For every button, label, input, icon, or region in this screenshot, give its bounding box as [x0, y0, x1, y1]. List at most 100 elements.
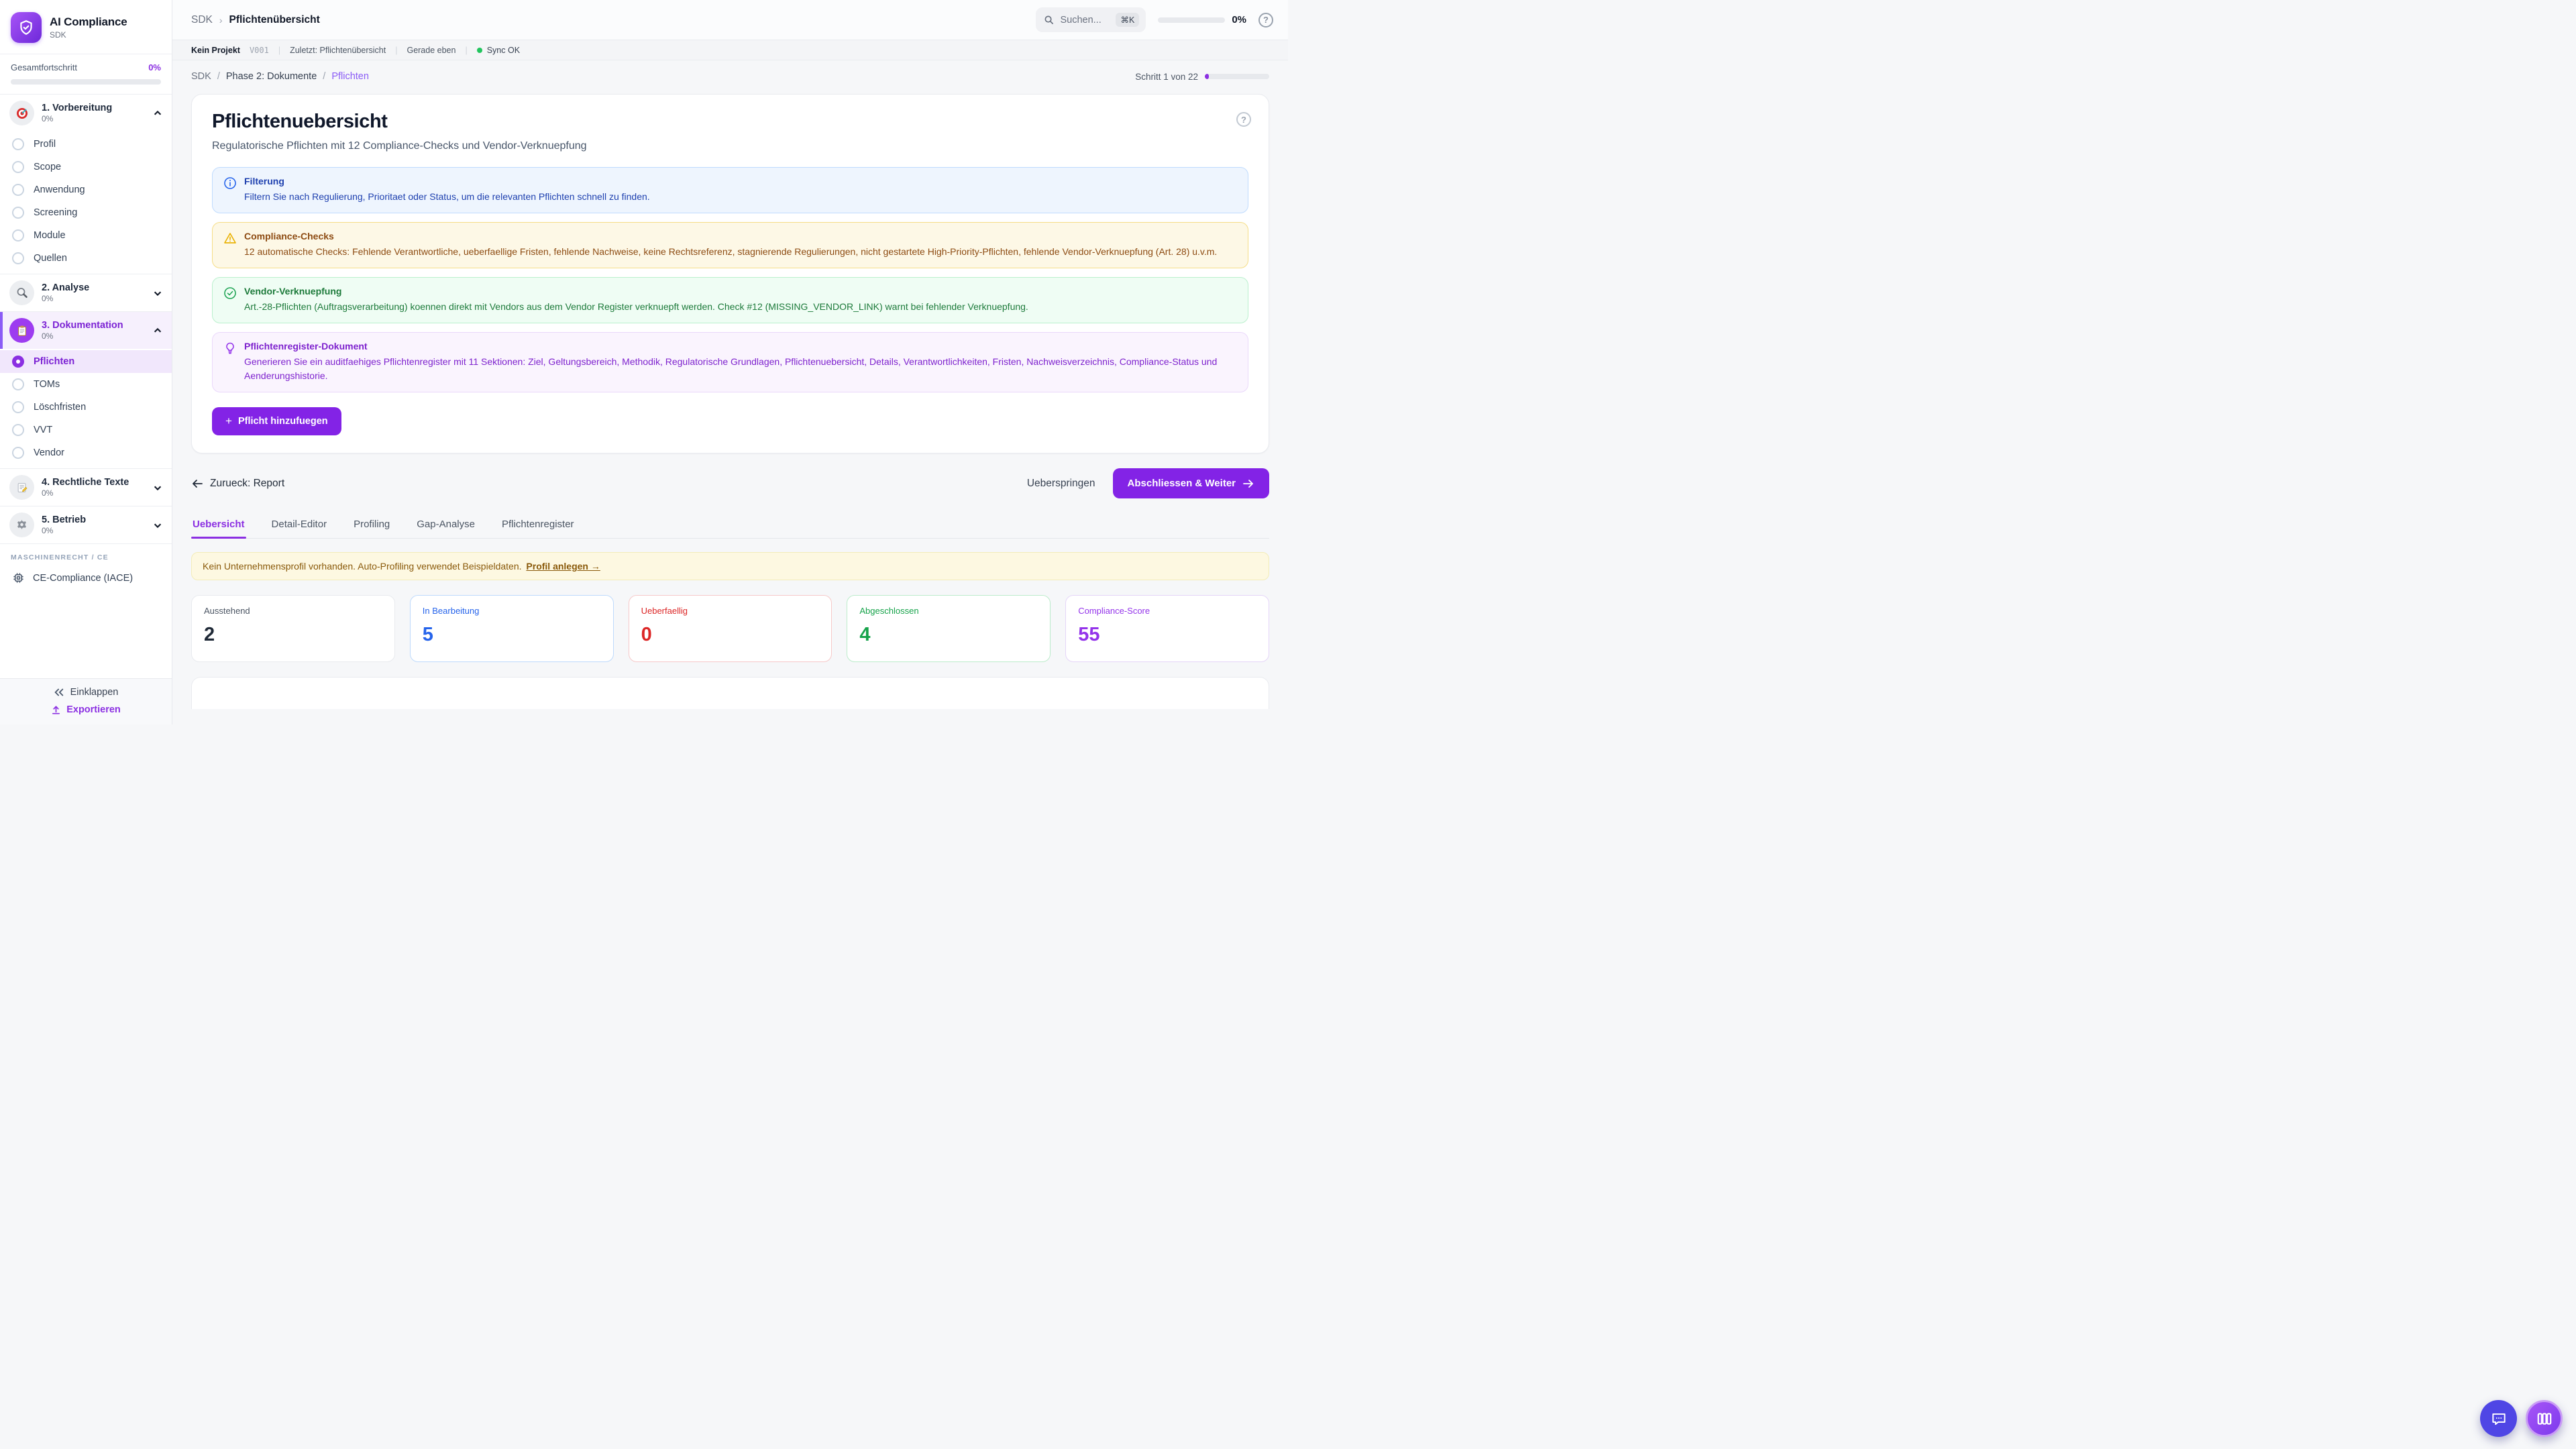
- floating-buttons: [2480, 1400, 2563, 1437]
- sidebar-item-module[interactable]: Module: [0, 224, 172, 247]
- sidebar-item-quellen[interactable]: Quellen: [0, 247, 172, 270]
- divider: |: [395, 46, 397, 55]
- section-percent: 0%: [42, 488, 146, 498]
- section-label: 2. Analyse: [42, 282, 146, 293]
- wizard-nav: Zurueck: Report Ueberspringen Abschliess…: [191, 468, 1269, 498]
- chevron-right-icon: ›: [219, 15, 223, 25]
- stat-ueberfaellig: Ueberfaellig 0: [629, 595, 833, 662]
- chip-icon: [12, 572, 25, 584]
- sidebar-item-pflichten[interactable]: Pflichten: [0, 350, 172, 373]
- radio-icon: [12, 229, 24, 241]
- sync-ok-dot-icon: [477, 48, 482, 53]
- app-subtitle: SDK: [50, 30, 127, 40]
- radio-icon: [12, 138, 24, 150]
- radio-icon: [12, 161, 24, 173]
- info-icon: [223, 176, 237, 204]
- section-header-analyse[interactable]: 2. Analyse 0%: [0, 274, 172, 311]
- skip-button[interactable]: Ueberspringen: [1027, 478, 1095, 490]
- crumb-sdk[interactable]: SDK: [191, 71, 211, 82]
- sidebar-section-vorbereitung: 1. Vorbereitung 0% Profil Scope Anwendun…: [0, 95, 172, 274]
- page-subtitle: Regulatorische Pflichten mit 12 Complian…: [212, 140, 1248, 152]
- memo-icon: [9, 475, 34, 500]
- sidebar-item-vendor[interactable]: Vendor: [0, 441, 172, 464]
- section-percent: 0%: [42, 114, 146, 123]
- check-circle-icon: [223, 286, 237, 314]
- page-nav-row: SDK / Phase 2: Dokumente / Pflichten Sch…: [191, 71, 1269, 82]
- radio-icon: [12, 447, 24, 459]
- ce-item-label: CE-Compliance (IACE): [33, 573, 133, 584]
- sidebar-section-rechtliche-texte: 4. Rechtliche Texte 0%: [0, 469, 172, 506]
- project-name: Kein Projekt: [191, 46, 240, 55]
- search-box[interactable]: ⌘K: [1036, 7, 1146, 32]
- sidebar-item-screening[interactable]: Screening: [0, 201, 172, 224]
- clipboard-icon: [9, 318, 34, 343]
- create-profile-link[interactable]: Profil anlegen →: [526, 561, 600, 572]
- board-view-button[interactable]: [2526, 1400, 2563, 1437]
- tab-bar: Uebersicht Detail-Editor Profiling Gap-A…: [191, 515, 1269, 539]
- plus-icon: +: [225, 415, 232, 428]
- chat-button[interactable]: [2480, 1400, 2517, 1437]
- export-button[interactable]: Exportieren: [51, 704, 121, 715]
- help-icon[interactable]: ?: [1258, 13, 1273, 28]
- profile-warning-banner: Kein Unternehmensprofil vorhanden. Auto-…: [191, 552, 1269, 580]
- header-progress-value: 0%: [1232, 14, 1246, 25]
- section-percent: 0%: [42, 294, 146, 303]
- section-label: 5. Betrieb: [42, 515, 146, 525]
- card-help-icon[interactable]: ?: [1236, 112, 1251, 127]
- arrow-right-icon: [1242, 478, 1254, 489]
- sidebar-item-scope[interactable]: Scope: [0, 156, 172, 178]
- stat-in-bearbeitung: In Bearbeitung 5: [410, 595, 614, 662]
- section-header-dokumentation[interactable]: 3. Dokumentation 0%: [3, 312, 172, 349]
- chevron-down-icon: [153, 521, 162, 530]
- sidebar-item-vvt[interactable]: VVT: [0, 419, 172, 441]
- sidebar-item-toms[interactable]: TOMs: [0, 373, 172, 396]
- export-label: Exportieren: [66, 704, 121, 715]
- info-boxes: Filterung Filtern Sie nach Regulierung, …: [212, 167, 1248, 392]
- sidebar-item-anwendung[interactable]: Anwendung: [0, 178, 172, 201]
- sidebar-item-loeschfristen[interactable]: Löschfristen: [0, 396, 172, 419]
- collapse-sidebar-button[interactable]: Einklappen: [54, 687, 119, 698]
- tab-gap-analyse[interactable]: Gap-Analyse: [415, 515, 476, 538]
- crumb-phase[interactable]: Phase 2: Dokumente: [226, 71, 317, 82]
- back-button[interactable]: Zurueck: Report: [191, 478, 284, 490]
- section-header-rechtliche-texte[interactable]: 4. Rechtliche Texte 0%: [0, 469, 172, 506]
- finish-next-button[interactable]: Abschliessen & Weiter: [1113, 468, 1269, 498]
- add-pflicht-button[interactable]: + Pflicht hinzufuegen: [212, 407, 341, 435]
- section-label: 3. Dokumentation: [42, 320, 146, 331]
- section-header-vorbereitung[interactable]: 1. Vorbereitung 0%: [0, 95, 172, 131]
- columns-icon: [2536, 1410, 2553, 1428]
- tab-profiling[interactable]: Profiling: [352, 515, 391, 538]
- search-icon: [1044, 15, 1054, 25]
- tab-pflichtenregister[interactable]: Pflichtenregister: [500, 515, 576, 538]
- sidebar-section-betrieb: 5. Betrieb 0%: [0, 506, 172, 544]
- sidebar-item-profil[interactable]: Profil: [0, 133, 172, 156]
- sidebar-section-analyse: 2. Analyse 0%: [0, 274, 172, 312]
- section-percent: 0%: [42, 526, 146, 535]
- breadcrumb: SDK › Pflichtenübersicht: [191, 14, 320, 26]
- step-progress-bar: [1205, 74, 1269, 79]
- radio-icon: [12, 252, 24, 264]
- section-label: 1. Vorbereitung: [42, 103, 146, 113]
- overall-progress-label: Gesamtfortschritt: [11, 62, 77, 72]
- overall-progress-bar: [11, 79, 161, 85]
- info-box-vendor-verknuepfung: Vendor-Verknuepfung Art.-28-Pflichten (A…: [212, 277, 1248, 323]
- gear-icon: [9, 513, 34, 537]
- header-progress: 0%: [1158, 14, 1246, 25]
- radio-icon: [12, 378, 24, 390]
- info-box-filterung: Filterung Filtern Sie nach Regulierung, …: [212, 167, 1248, 213]
- tab-detail-editor[interactable]: Detail-Editor: [270, 515, 329, 538]
- sidebar-item-ce-compliance[interactable]: CE-Compliance (IACE): [0, 566, 172, 592]
- search-input[interactable]: [1060, 15, 1110, 25]
- section-percent: 0%: [42, 331, 146, 341]
- sidebar-section-dokumentation: 3. Dokumentation 0%: [0, 312, 172, 349]
- section-header-betrieb[interactable]: 5. Betrieb 0%: [0, 506, 172, 543]
- tab-uebersicht[interactable]: Uebersicht: [191, 515, 246, 538]
- collapse-label: Einklappen: [70, 687, 119, 698]
- step-label: Schritt 1 von 22: [1135, 72, 1198, 82]
- breadcrumb-root[interactable]: SDK: [191, 14, 213, 26]
- stat-ausstehend: Ausstehend 2: [191, 595, 395, 662]
- pflichten-card: ? Pflichtenuebersicht Regulatorische Pfl…: [191, 94, 1269, 453]
- divider: |: [465, 46, 467, 55]
- crumb-pflichten: Pflichten: [331, 71, 369, 82]
- info-box-pflichtenregister: Pflichtenregister-Dokument Generieren Si…: [212, 332, 1248, 392]
